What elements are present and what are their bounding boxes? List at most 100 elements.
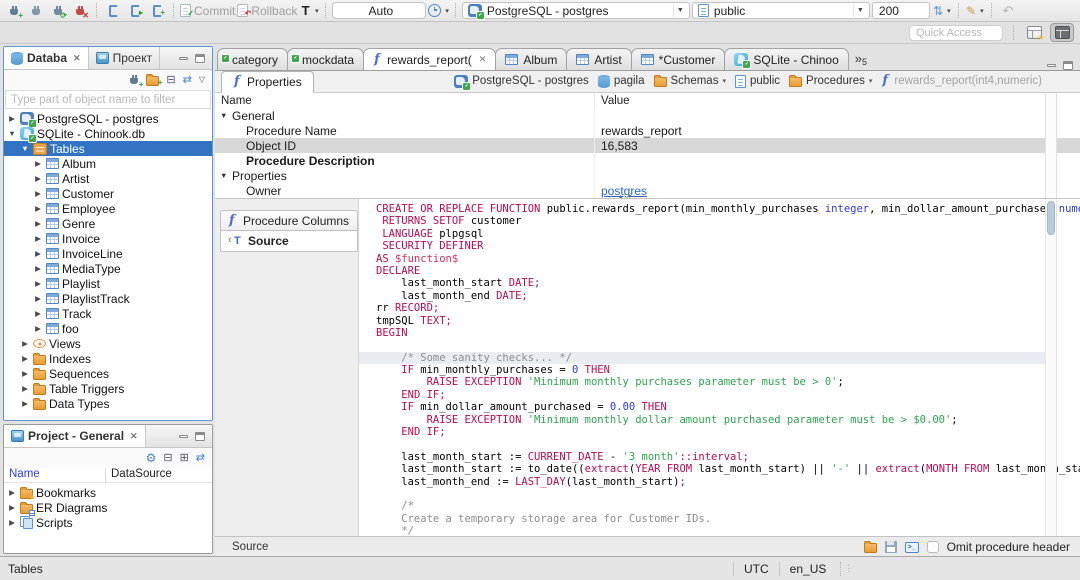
expand-arrow-icon[interactable]: ▶ bbox=[20, 354, 30, 363]
editor-tab-sqlite-chinoo[interactable]: SQLite - Chinoo bbox=[724, 48, 849, 70]
collapse-all-icon[interactable]: ⊟ bbox=[163, 451, 172, 465]
code-line[interactable]: LANGUAGE plpgsql bbox=[359, 228, 1080, 240]
code-line[interactable]: CREATE OR REPLACE FUNCTION public.reward… bbox=[359, 203, 1080, 215]
sql-editor-button[interactable] bbox=[103, 2, 123, 20]
code-line[interactable]: tmpSQL TEXT; bbox=[359, 315, 1080, 327]
code-line[interactable] bbox=[359, 488, 1080, 500]
code-line[interactable]: last_month_start := CURRENT_DATE - '3 mo… bbox=[359, 451, 1080, 463]
expand-arrow-icon[interactable]: ▼ bbox=[220, 171, 229, 180]
code-line[interactable]: IF min_monthly_purchases = 0 THEN bbox=[359, 364, 1080, 376]
grid-column-name[interactable]: Name bbox=[215, 93, 595, 108]
code-line[interactable]: last_month_end DATE; bbox=[359, 290, 1080, 302]
code-line[interactable]: /* Some sanity checks... */ bbox=[359, 351, 1045, 365]
minimize-icon[interactable] bbox=[1047, 64, 1056, 67]
new-sql-editor-button[interactable]: + bbox=[147, 2, 167, 20]
grid-scrollbar[interactable] bbox=[1045, 93, 1057, 198]
dropdown-arrow-icon[interactable]: ▼ bbox=[852, 4, 867, 17]
expand-arrow-icon[interactable]: ▶ bbox=[20, 399, 30, 408]
project-item-scripts[interactable]: ▶ Scripts bbox=[4, 515, 212, 530]
tree-item-customer[interactable]: ▶ Customer bbox=[4, 186, 212, 201]
tab-overflow-indicator[interactable]: »5 bbox=[855, 51, 867, 67]
expand-arrow-icon[interactable]: ▶ bbox=[7, 114, 17, 123]
tree-item-sequences[interactable]: ▶ Sequences bbox=[4, 366, 212, 381]
maximize-icon[interactable] bbox=[195, 431, 205, 441]
tree-item-track[interactable]: ▶ Track bbox=[4, 306, 212, 321]
code-line[interactable]: END IF; bbox=[359, 389, 1080, 401]
code-line[interactable]: DECLARE bbox=[359, 265, 1080, 277]
datasource-select[interactable]: PostgreSQL - postgres ▼ bbox=[461, 2, 690, 20]
tree-item-data-types[interactable]: ▶ Data Types bbox=[4, 396, 212, 411]
object-filter-input[interactable] bbox=[5, 90, 211, 109]
source-viewer[interactable]: CREATE OR REPLACE FUNCTION public.reward… bbox=[358, 199, 1080, 536]
tree-item-genre[interactable]: ▶ Genre bbox=[4, 216, 212, 231]
link-with-editor-icon[interactable]: ⇄ bbox=[196, 451, 205, 465]
tree-item-tables[interactable]: ▼ Tables bbox=[4, 141, 212, 156]
connect-button[interactable] bbox=[26, 2, 46, 20]
code-line[interactable]: rr RECORD; bbox=[359, 302, 1080, 314]
folder-plus-icon[interactable]: + bbox=[146, 74, 162, 87]
column-datasource[interactable]: DataSource bbox=[106, 468, 172, 482]
breadcrumb-item-public[interactable]: public bbox=[734, 74, 780, 88]
property-row-general[interactable]: ▼ General bbox=[215, 108, 1080, 123]
commit-button[interactable]: ✓ Commit bbox=[180, 2, 235, 20]
maximize-icon[interactable] bbox=[195, 53, 205, 63]
expand-all-icon[interactable]: ⊞ bbox=[180, 451, 189, 465]
fetch-size-input[interactable] bbox=[871, 2, 930, 19]
code-line[interactable]: last_month_end := LAST_DAY(last_month_st… bbox=[359, 476, 1080, 488]
plug-plus-icon[interactable]: + bbox=[129, 74, 143, 89]
tree-item-views[interactable]: ▶ Views bbox=[4, 336, 212, 351]
expand-arrow-icon[interactable]: ▶ bbox=[20, 369, 30, 378]
editor-tab-rewards-report[interactable]: rewards_report(✕ bbox=[363, 48, 497, 70]
transaction-history-button[interactable]: ▾ bbox=[428, 2, 449, 20]
expand-arrow-icon[interactable]: ▶ bbox=[33, 204, 43, 213]
undo-button[interactable]: ↶ bbox=[998, 2, 1018, 20]
schema-select[interactable]: public ▼ bbox=[691, 2, 870, 19]
view-menu-icon[interactable]: ▽ bbox=[199, 73, 205, 87]
gear-icon[interactable]: ⚙ bbox=[146, 451, 157, 465]
tab-properties[interactable]: Properties bbox=[221, 71, 314, 93]
tree-item-playlist[interactable]: ▶ Playlist bbox=[4, 276, 212, 291]
close-icon[interactable]: ✕ bbox=[73, 53, 81, 64]
code-line[interactable]: */ bbox=[359, 525, 1080, 536]
tree-item-employee[interactable]: ▶ Employee bbox=[4, 201, 212, 216]
save-icon[interactable] bbox=[884, 541, 897, 553]
column-name[interactable]: Name bbox=[4, 468, 106, 482]
tree-item-album[interactable]: ▶ Album bbox=[4, 156, 212, 171]
breadcrumb-item-postgresql-postgres[interactable]: PostgreSQL - postgres bbox=[454, 74, 589, 91]
expand-arrow-icon[interactable]: ▶ bbox=[33, 174, 43, 183]
collapse-all-icon[interactable]: ⊟ bbox=[166, 73, 175, 87]
code-line[interactable]: AS $function$ bbox=[359, 253, 1080, 265]
close-icon[interactable]: ✕ bbox=[479, 54, 487, 65]
editor-tab-artist[interactable]: Artist bbox=[566, 48, 632, 70]
expand-arrow-icon[interactable]: ▶ bbox=[7, 503, 17, 512]
editor-tab-category[interactable]: category bbox=[217, 48, 289, 70]
editor-tab-mockdata[interactable]: mockdata bbox=[287, 48, 365, 70]
tree-item-mediatype[interactable]: ▶ MediaType bbox=[4, 261, 212, 276]
quick-access-input[interactable] bbox=[909, 24, 1003, 41]
tree-item-postgresql-postgres[interactable]: ▶ PostgreSQL - postgres bbox=[4, 111, 212, 128]
code-line[interactable]: SECURITY DEFINER bbox=[359, 240, 1080, 252]
link-with-editor-icon[interactable]: ⇄ bbox=[183, 73, 192, 87]
open-sql-script-button[interactable]: ▸ bbox=[125, 2, 145, 20]
code-line[interactable]: BEGIN bbox=[359, 327, 1080, 339]
minimize-icon[interactable] bbox=[179, 434, 188, 438]
dbeaver-perspective-button[interactable] bbox=[1050, 23, 1074, 42]
expand-arrow-icon[interactable]: ▶ bbox=[7, 518, 17, 527]
expand-arrow-icon[interactable]: ▶ bbox=[33, 249, 43, 258]
side-tab-source[interactable]: Source bbox=[220, 231, 358, 252]
timezone-indicator[interactable]: UTC bbox=[734, 561, 779, 576]
tree-item-indexes[interactable]: ▶ Indexes bbox=[4, 351, 212, 366]
expand-arrow-icon[interactable]: ▶ bbox=[7, 488, 17, 497]
tree-item-sqlite-chinook-db[interactable]: ▼ SQLite - Chinook.db bbox=[4, 126, 212, 143]
breadcrumb-item-pagila[interactable]: pagila bbox=[597, 74, 645, 88]
tab-project-general[interactable]: Project - General ✕ bbox=[4, 425, 146, 447]
maximize-icon[interactable] bbox=[1063, 61, 1073, 70]
expand-arrow-icon[interactable]: ▶ bbox=[20, 384, 30, 393]
property-row-object-id[interactable]: Object ID 16,583 bbox=[215, 138, 1080, 153]
code-line[interactable]: last_month_start DATE; bbox=[359, 277, 1080, 289]
rollback-button[interactable]: ↶ Rollback bbox=[237, 2, 297, 20]
expand-arrow-icon[interactable]: ▼ bbox=[220, 111, 229, 120]
sash-handle[interactable]: ▲ ▼ bbox=[618, 194, 633, 200]
property-row-properties[interactable]: ▼ Properties bbox=[215, 168, 1080, 183]
console-icon[interactable] bbox=[904, 541, 919, 553]
